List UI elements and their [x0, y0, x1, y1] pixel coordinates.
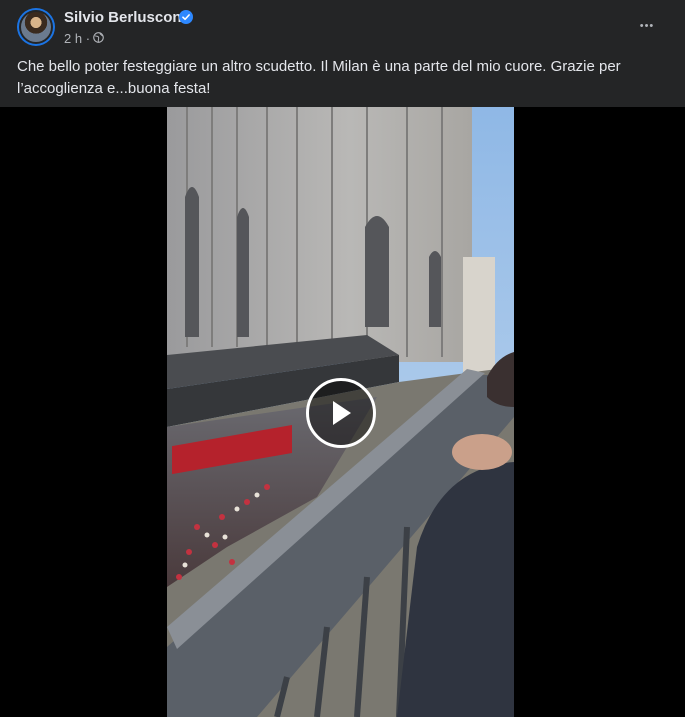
post-timestamp[interactable]: 2 h ·: [64, 31, 90, 46]
meta-separator: ·: [85, 31, 91, 46]
avatar[interactable]: [17, 8, 55, 46]
more-options-button[interactable]: •••: [631, 10, 663, 42]
play-icon: [333, 401, 351, 425]
video-player[interactable]: [0, 107, 685, 717]
post-header: Silvio Berlusconi 2 h · •••: [0, 0, 685, 50]
post-text: Che bello poter festeggiare un altro scu…: [17, 58, 621, 97]
post-time-value[interactable]: 2 h: [64, 31, 82, 46]
verified-badge-icon: [179, 10, 193, 24]
more-options-icon: •••: [639, 20, 655, 32]
author-name[interactable]: Silvio Berlusconi: [64, 9, 186, 26]
play-button[interactable]: [306, 378, 376, 448]
globe-icon: [93, 32, 104, 43]
avatar-image: [19, 10, 53, 44]
